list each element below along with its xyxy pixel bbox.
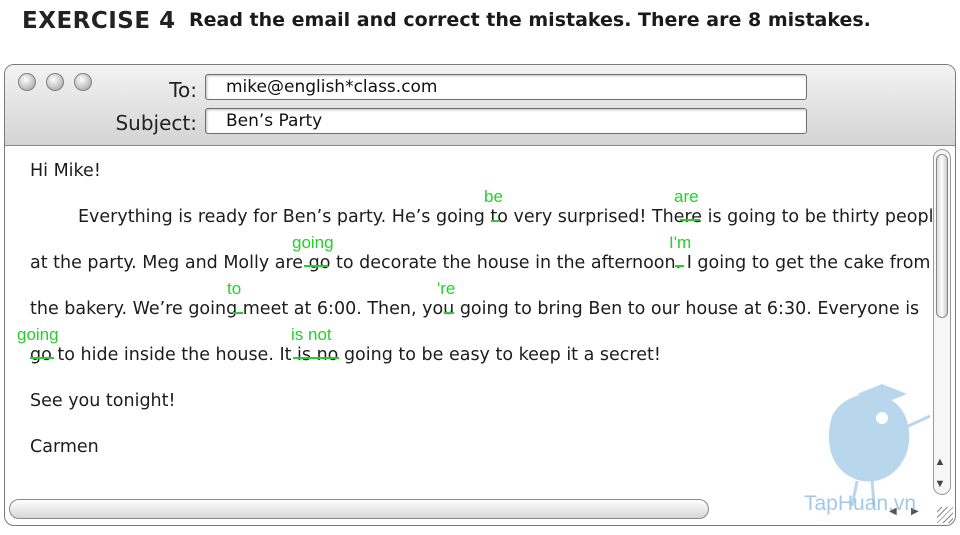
correction-are: are (674, 187, 699, 206)
watermark-text: TapHuan.vn (804, 492, 917, 515)
exercise-number: EXERCISE 4 (22, 8, 176, 34)
correction-re: 're (437, 279, 456, 298)
to-field[interactable]: mike@english*class.com (205, 74, 807, 100)
subject-field[interactable]: Ben’s Party (205, 108, 807, 134)
email-greeting: Hi Mike! (30, 161, 101, 181)
strike-mark (680, 219, 700, 221)
insertion-mark (491, 220, 500, 222)
email-body[interactable]: Hi Mike! Everything is ready for Ben’s p… (5, 145, 944, 501)
vertical-scroll-thumb[interactable] (936, 154, 948, 318)
email-line: go to hide inside the house. It is no go… (30, 345, 661, 365)
insertion-mark (233, 312, 243, 314)
window-controls (18, 73, 92, 91)
strike-mark (304, 265, 328, 267)
email-line: at the party. Meg and Molly are go to de… (30, 253, 931, 273)
subject-label: Subject: (115, 111, 197, 135)
insertion-mark (444, 312, 454, 314)
correction-going-2: going (17, 325, 59, 344)
exercise-header: EXERCISE 4 Read the email and correct th… (22, 6, 871, 36)
email-closing: See you tonight! (30, 391, 176, 411)
to-label: To: (169, 78, 197, 102)
correction-im: I'm (669, 233, 692, 252)
close-window-button[interactable] (18, 73, 36, 91)
email-line: Everything is ready for Ben’s party. He’… (78, 207, 945, 227)
horizontal-scrollbar[interactable] (9, 499, 709, 519)
email-signature: Carmen (30, 437, 99, 457)
correction-going: going (292, 233, 334, 252)
strike-mark (675, 265, 684, 267)
exercise-instruction: Read the email and correct the mistakes.… (189, 9, 871, 31)
strike-mark (293, 357, 339, 359)
correction-is-not: is not (291, 325, 332, 344)
email-header-bar: To: mike@english*class.com Subject: Ben’… (5, 65, 955, 146)
strike-mark (30, 357, 54, 359)
correction-to: to (227, 279, 242, 298)
email-line: the bakery. We’re going meet at 6:00. Th… (30, 299, 920, 319)
minimize-window-button[interactable] (46, 73, 64, 91)
correction-be: be (484, 187, 503, 206)
